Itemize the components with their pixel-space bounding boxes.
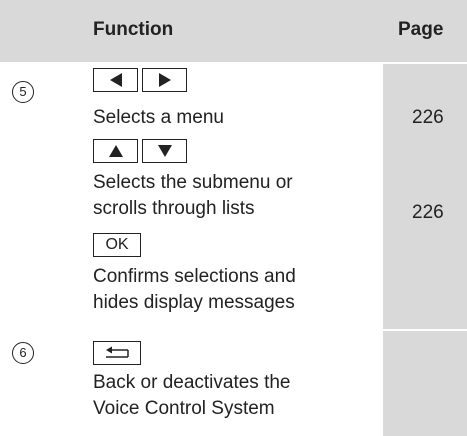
left-arrow-key bbox=[93, 68, 138, 92]
back-icon bbox=[106, 346, 129, 358]
down-arrow-key bbox=[142, 139, 187, 163]
table-header: Function Page bbox=[0, 0, 467, 62]
up-arrow-key bbox=[93, 139, 138, 163]
desc-selects-menu: Selects a menu bbox=[93, 107, 224, 128]
item-marker-5: 5 bbox=[12, 81, 34, 103]
desc-confirms: Confirms selections and hides display me… bbox=[93, 266, 296, 313]
ok-key-label: OK bbox=[105, 236, 129, 253]
page-number: 226 bbox=[412, 107, 444, 128]
row-divider bbox=[0, 329, 467, 331]
row-divider bbox=[0, 62, 467, 64]
ok-key: OK bbox=[93, 233, 141, 257]
left-right-keys bbox=[93, 68, 191, 92]
function-table: Function Page 5 Selects a menu 226 Selec… bbox=[0, 0, 467, 436]
function-header: Function bbox=[93, 19, 174, 40]
back-key bbox=[93, 341, 141, 365]
up-down-keys bbox=[93, 139, 191, 163]
right-arrow-key bbox=[142, 68, 187, 92]
page-number: 226 bbox=[412, 202, 444, 223]
desc-submenu: Selects the submenu or scrolls through l… bbox=[93, 172, 293, 219]
desc-back: Back or deactivates the Voice Control Sy… bbox=[93, 372, 291, 419]
page-header: Page bbox=[398, 19, 444, 40]
item-marker-6: 6 bbox=[12, 342, 34, 364]
